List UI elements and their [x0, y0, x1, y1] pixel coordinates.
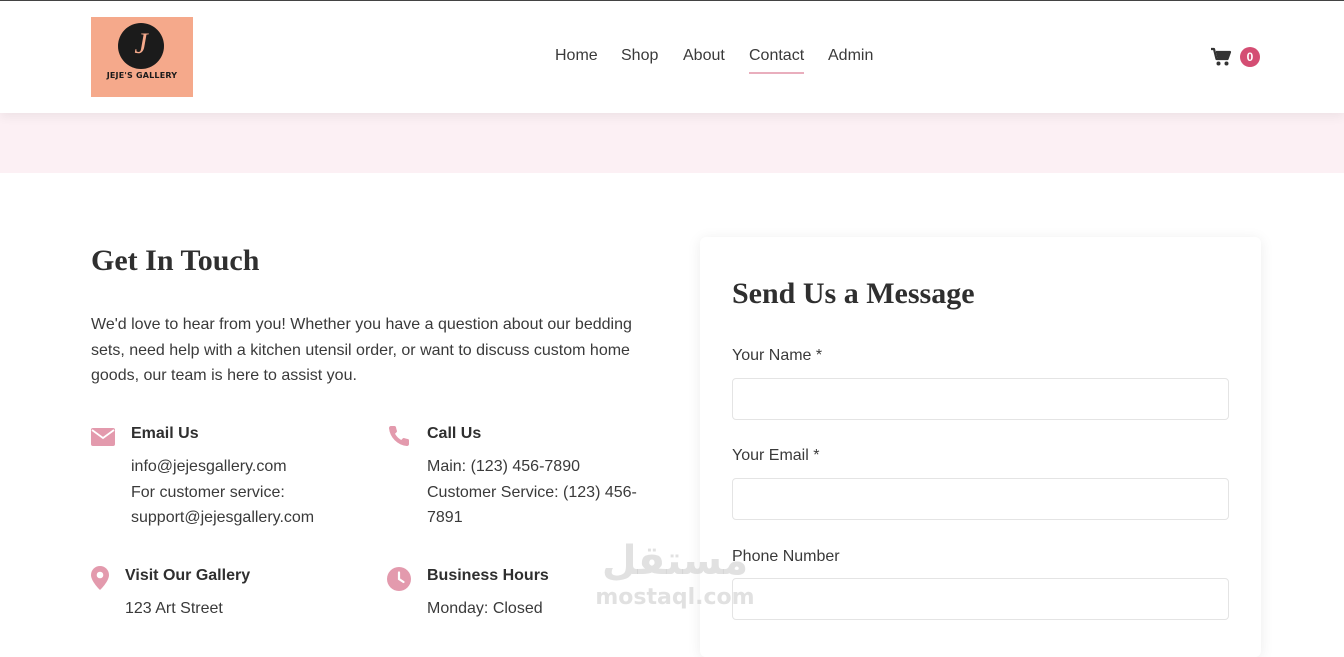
- logo-text: JEJE'S GALLERY: [106, 71, 178, 80]
- contact-intro: We'd love to hear from you! Whether you …: [91, 316, 632, 384]
- cart-count-badge: 0: [1240, 47, 1260, 67]
- form-title: Send Us a Message: [732, 277, 975, 310]
- visit-info: Visit Our Gallery 123 Art Street: [91, 566, 371, 628]
- visit-title: Visit Our Gallery: [125, 567, 251, 584]
- envelope-icon: [91, 428, 115, 446]
- email-line: For customer service:: [131, 483, 285, 501]
- map-pin-icon: [91, 566, 109, 590]
- phone-title: Call Us: [427, 425, 482, 442]
- name-label: Your Name *: [732, 347, 823, 364]
- phone-line: Customer Service: (123) 456-: [427, 483, 637, 501]
- nav-shop[interactable]: Shop: [621, 47, 658, 65]
- name-input[interactable]: [732, 378, 1229, 420]
- nav-contact[interactable]: Contact: [749, 47, 805, 74]
- hours-line: Monday: Closed: [427, 600, 543, 617]
- phone-icon: [388, 425, 410, 447]
- phone-label: Phone Number: [732, 548, 840, 565]
- page-banner: [0, 113, 1344, 173]
- phone-line: Main: (123) 456-7890: [427, 458, 580, 475]
- message-form: Send Us a Message Your Name * Your Email…: [700, 237, 1261, 657]
- email-input[interactable]: [732, 478, 1229, 520]
- phone-info: Call Us Main: (123) 456-7890 Customer Se…: [387, 424, 667, 534]
- main-nav: Home Shop About Contact Admin: [0, 47, 1344, 74]
- cart-icon: [1211, 47, 1232, 66]
- phone-input[interactable]: [732, 578, 1229, 620]
- hours-info: Business Hours Monday: Closed: [387, 566, 667, 628]
- clock-icon: [387, 567, 411, 591]
- nav-admin[interactable]: Admin: [828, 47, 873, 65]
- visit-line: 123 Art Street: [125, 600, 223, 617]
- email-line: support@jejesgallery.com: [131, 509, 315, 526]
- phone-line: 7891: [427, 509, 463, 526]
- nav-home[interactable]: Home: [555, 47, 598, 65]
- contact-title: Get In Touch: [91, 244, 260, 277]
- nav-about[interactable]: About: [683, 47, 725, 65]
- email-line: info@jejesgallery.com: [131, 458, 287, 475]
- email-title: Email Us: [131, 425, 199, 442]
- hours-title: Business Hours: [427, 567, 549, 584]
- site-header: J JEJE'S GALLERY Home Shop About Contact…: [0, 1, 1344, 113]
- cart-button[interactable]: 0: [1210, 45, 1270, 71]
- email-info: Email Us info@jejesgallery.com For custo…: [91, 424, 371, 534]
- email-label: Your Email *: [732, 447, 820, 464]
